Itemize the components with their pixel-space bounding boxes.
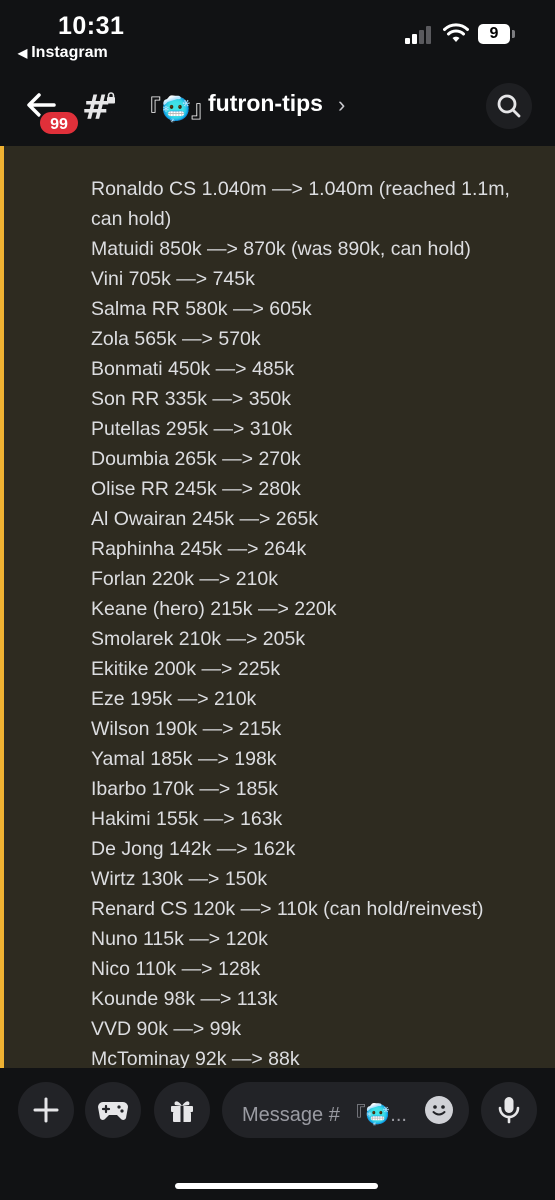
emoji-icon[interactable]	[425, 1096, 453, 1124]
chevron-right-icon[interactable]: ›	[338, 92, 345, 118]
message-line: Eze 195k —> 210k	[91, 688, 257, 710]
message-placeholder: Message # 『🥶...	[242, 1104, 407, 1126]
message-line: Vini 705k —> 745k	[91, 268, 255, 290]
channel-emoji[interactable]: 『🥶』	[137, 89, 215, 124]
wifi-icon	[443, 23, 469, 42]
message-line: Nuno 115k —> 120k	[91, 928, 268, 950]
status-bar: 10:31 ◀ Instagram 9	[0, 0, 555, 70]
add-attachment-button[interactable]	[18, 1082, 74, 1138]
message-line: Kounde 98k —> 113k	[91, 988, 278, 1010]
message-line: Forlan 220k —> 210k	[91, 568, 278, 590]
activities-button[interactable]	[85, 1082, 141, 1138]
message-line: Wirtz 130k —> 150k	[91, 868, 268, 890]
back-to-app-link[interactable]: ◀ Instagram	[18, 44, 108, 62]
search-icon	[497, 94, 521, 118]
message-line: Wilson 190k —> 215k	[91, 718, 282, 740]
message-line: Zola 565k —> 570k	[91, 328, 261, 350]
message-line: Son RR 335k —> 350k	[91, 388, 291, 410]
microphone-icon	[498, 1097, 520, 1124]
message-area[interactable]: Ronaldo CS 1.040m —> 1.040m (reached 1.1…	[0, 146, 555, 1068]
message-line: Matuidi 850k —> 870k (was 890k, can hold…	[91, 238, 471, 260]
message-line: De Jong 142k —> 162k	[91, 838, 296, 860]
clock-time: 10:31	[58, 12, 125, 40]
gamepad-icon	[98, 1102, 128, 1120]
message-input[interactable]: Message # 『🥶...	[222, 1082, 469, 1138]
message-line: Ekitike 200k —> 225k	[91, 658, 281, 680]
notification-badge: 99	[38, 110, 80, 136]
battery-indicator: 9	[478, 24, 510, 44]
channel-name[interactable]: futron-tips	[208, 90, 323, 117]
message-list: Ronaldo CS 1.040m —> 1.040m (reached 1.1…	[91, 174, 541, 1068]
message-line: Nico 110k —> 128k	[91, 958, 261, 980]
message-line: Ibarbo 170k —> 185k	[91, 778, 279, 800]
message-line: Bonmati 450k —> 485k	[91, 358, 295, 380]
cellular-signal-icon	[405, 26, 435, 44]
lock-icon	[107, 92, 115, 104]
search-button[interactable]	[486, 83, 532, 129]
back-triangle-icon: ◀	[18, 46, 28, 60]
message-line: Smolarek 210k —> 205k	[91, 628, 306, 650]
message-line: Olise RR 245k —> 280k	[91, 478, 301, 500]
message-line: Yamal 185k —> 198k	[91, 748, 277, 770]
message-line: Hakimi 155k —> 163k	[91, 808, 283, 830]
message-line: Salma RR 580k —> 605k	[91, 298, 312, 320]
message-line: Keane (hero) 215k —> 220k	[91, 598, 337, 620]
message-line: Raphinha 245k —> 264k	[91, 538, 307, 560]
voice-message-button[interactable]	[481, 1082, 537, 1138]
home-indicator[interactable]	[175, 1183, 378, 1189]
message-line: Ronaldo CS 1.040m —> 1.040m (reached 1.1…	[91, 178, 510, 230]
back-app-label: Instagram	[31, 44, 108, 61]
plus-icon	[33, 1097, 59, 1123]
gift-button[interactable]	[154, 1082, 210, 1138]
message-line: Putellas 295k —> 310k	[91, 418, 293, 440]
message-line: Renard CS 120k —> 110k (can hold/reinves…	[91, 898, 484, 920]
message-line: Doumbia 265k —> 270k	[91, 448, 301, 470]
highlight-accent-bar	[0, 146, 4, 1068]
message-line: VVD 90k —> 99k	[91, 1018, 242, 1040]
gift-icon	[171, 1101, 193, 1122]
message-line: Al Owairan 245k —> 265k	[91, 508, 319, 530]
battery-tip	[512, 30, 515, 38]
message-line: McTominay 92k —> 88k	[91, 1048, 300, 1068]
